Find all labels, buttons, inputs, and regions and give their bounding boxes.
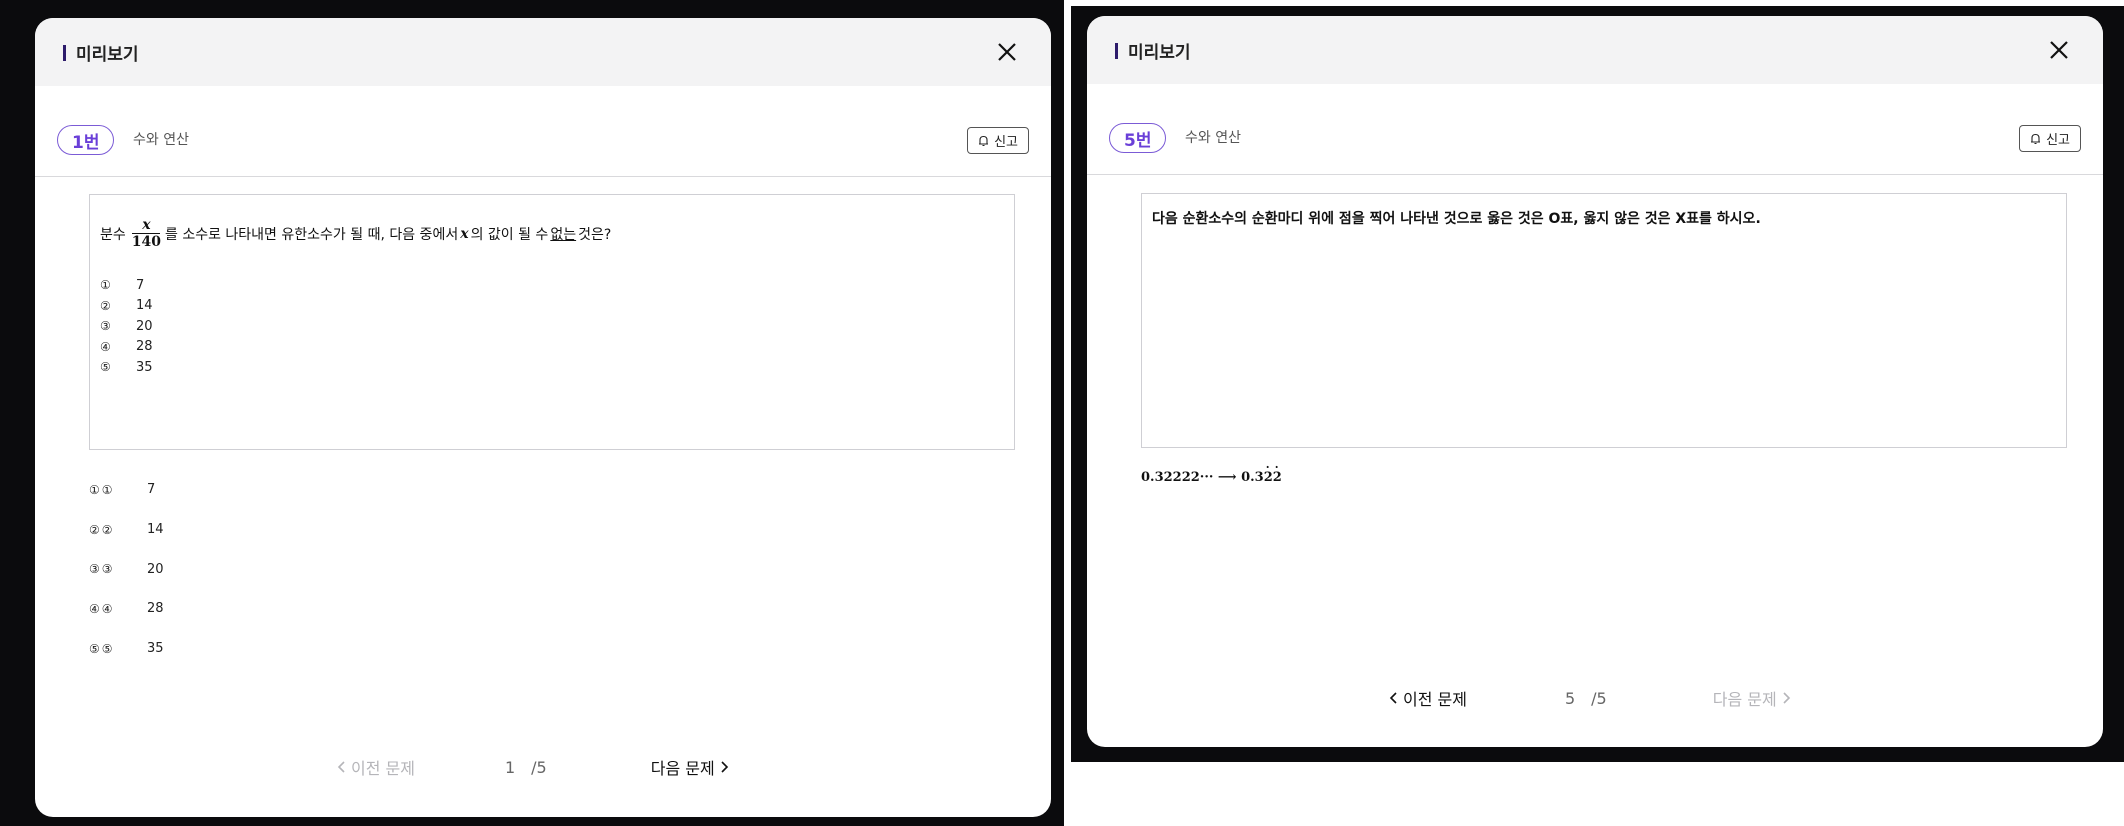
recurring-decimal-formula: 0.32222··· ⟶ 0.322 [1141,461,1282,485]
page-total: /5 [531,757,547,777]
prev-question-button[interactable]: 이전 문제 [337,755,415,779]
list-item: ③ 20 [100,316,153,337]
list-item: ② 14 [100,296,153,317]
formula-left: 0.32222··· [1141,470,1214,485]
question-number-badge: 5번 [1109,123,1167,153]
modal-title-text: 미리보기 [76,45,139,65]
modal-header: 미리보기 [1087,16,2103,84]
next-question-label: 다음 문제 [650,759,715,778]
answer-option[interactable]: ②② 14 [89,510,164,550]
answer-option[interactable]: ③③ 20 [89,549,164,589]
bell-icon [979,135,989,146]
choice-value: 35 [136,359,153,375]
formula-right-base: 0.3 [1241,470,1264,485]
answer-option[interactable]: ④④ 28 [89,589,164,629]
list-item: ④ 28 [100,337,153,358]
answer-options: ①① 7 ②② 14 ③③ 20 ④④ 28 ⑤⑤ 35 [89,470,164,668]
chevron-left-icon [1389,692,1397,704]
answer-marks: ⑤⑤ [89,641,115,656]
prev-question-button[interactable]: 이전 문제 [1389,686,1467,710]
question-box: 분수 x 140 를 소수로 나타내면 유한소수가 될 때, 다음 중에서 x … [89,194,1015,450]
close-icon [998,43,1016,61]
answer-marks: ③③ [89,562,115,577]
pagination: 이전 문제 1 /5 다음 문제 [337,755,729,779]
question-variable: x [460,226,469,242]
next-question-button[interactable]: 다음 문제 [651,755,729,779]
question-middle: 를 소수로 나타내면 유한소수가 될 때, 다음 중에서 [165,227,459,243]
modal-title: 미리보기 [63,40,139,65]
choice-value: 7 [136,277,145,293]
choice-mark: ① [100,278,111,293]
title-accent-bar [1115,42,1118,59]
question-prefix: 분수 [100,227,126,243]
chevron-right-icon [1783,692,1790,704]
formula-arrow: ⟶ [1217,470,1237,485]
choice-mark: ② [100,298,111,313]
answer-marks: ②② [89,522,115,537]
question-number-badge: 1번 [57,125,115,155]
close-icon [2050,41,2068,59]
dotted-digit: 2 [1273,461,1282,485]
answer-value: 35 [147,641,164,657]
choice-mark: ⑤ [100,360,111,375]
pagination: 이전 문제 5 /5 다음 문제 [1389,686,1791,710]
answer-value: 14 [147,522,164,538]
answer-value: 20 [147,561,164,577]
choice-value: 14 [136,298,153,314]
question-category: 수와 연산 [1185,130,1241,146]
page-total: /5 [1591,688,1607,708]
question-box: 다음 순환소수의 순환마디 위에 점을 찍어 나타낸 것으로 옳은 것은 O표,… [1141,193,2067,448]
fraction-denominator: 140 [131,234,161,250]
answer-marks: ①① [89,482,115,497]
answer-option[interactable]: ⑤⑤ 35 [89,629,164,669]
preview-modal-left: 미리보기 1번 수와 연산 신고 분수 x 140 를 소수로 나타내면 유한소… [35,18,1051,817]
next-question-button[interactable]: 다음 문제 [1713,686,1791,710]
question-text: 다음 순환소수의 순환마디 위에 점을 찍어 나타낸 것으로 옳은 것은 O표,… [1152,211,1761,227]
fraction-numerator: x [142,217,151,233]
report-label: 신고 [2046,133,2070,148]
choice-value: 20 [136,318,153,334]
chevron-left-icon [337,761,345,773]
prev-question-label: 이전 문제 [351,759,415,778]
modal-title: 미리보기 [1115,38,1191,63]
page-current: 1 [504,757,516,777]
choice-value: 28 [136,339,153,355]
question-subheader: 1번 수와 연산 신고 [35,86,1051,177]
close-button[interactable] [2045,36,2073,64]
title-accent-bar [63,44,66,61]
question-after-var: 의 값이 될 수 [470,227,549,243]
report-button[interactable]: 신고 [967,127,1029,154]
close-button[interactable] [993,38,1021,66]
list-item: ①7 [100,275,153,296]
answer-value: 7 [147,482,156,498]
report-label: 신고 [994,135,1018,150]
chevron-right-icon [721,761,728,773]
next-question-label: 다음 문제 [1712,690,1777,709]
bell-icon [2031,133,2041,144]
answer-marks: ④④ [89,601,115,616]
question-text: 분수 x 140 를 소수로 나타내면 유한소수가 될 때, 다음 중에서 x … [100,217,611,251]
question-category: 수와 연산 [133,132,189,148]
report-button[interactable]: 신고 [2019,125,2081,152]
choice-mark: ④ [100,339,111,354]
fraction: x 140 [132,217,161,251]
question-underline: 없는 [550,227,577,243]
answer-option[interactable]: ①① 7 [89,470,164,510]
question-subheader: 5번 수와 연산 신고 [1087,84,2103,175]
answer-value: 28 [147,601,164,617]
prev-question-label: 이전 문제 [1403,690,1467,709]
question-suffix: 것은? [578,227,612,243]
modal-title-text: 미리보기 [1128,43,1191,63]
choice-list: ①7 ② 14 ③ 20 ④ 28 ⑤ 35 [100,275,153,378]
choice-mark: ③ [100,319,111,334]
list-item: ⑤ 35 [100,357,153,378]
page-current: 5 [1564,688,1576,708]
preview-modal-right: 미리보기 5번 수와 연산 신고 다음 순환소수의 순환마디 위에 점을 찍어 … [1087,16,2103,747]
dotted-digit: 2 [1264,461,1273,485]
modal-header: 미리보기 [35,18,1051,86]
